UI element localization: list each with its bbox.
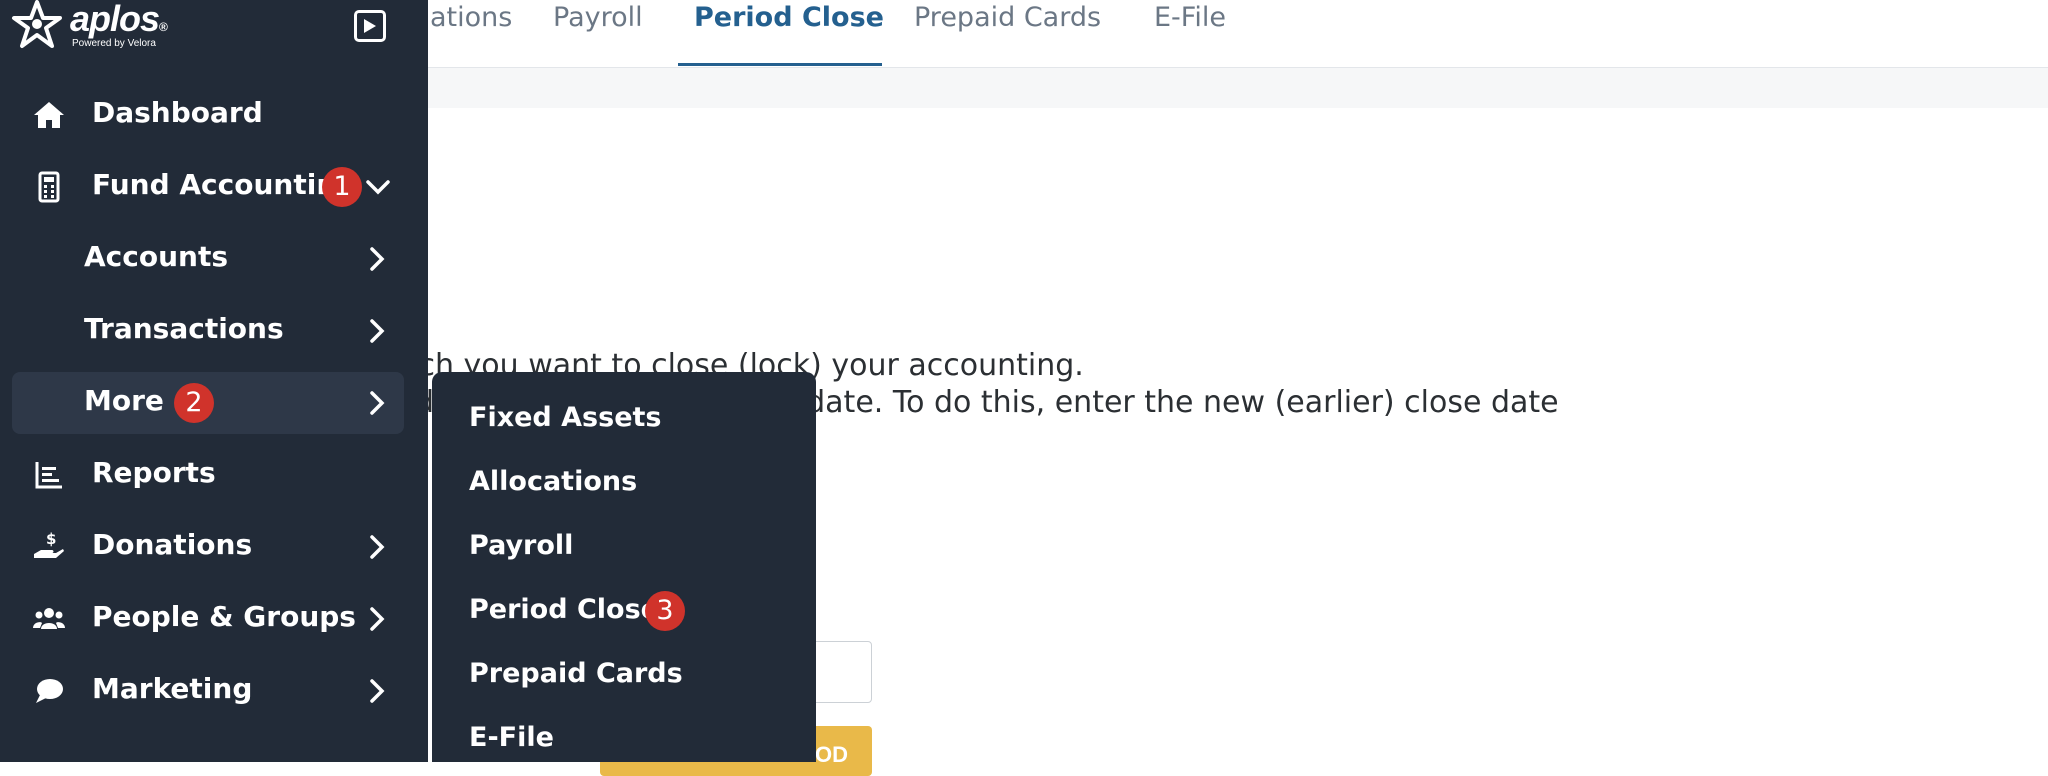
tab-payroll[interactable]: Payroll bbox=[553, 0, 643, 67]
flyout-item-e-file[interactable]: E-File bbox=[469, 722, 554, 753]
sidebar-item-reports[interactable]: Reports bbox=[12, 444, 404, 506]
sidebar-item-label: Dashboard bbox=[92, 96, 263, 129]
sidebar-item-label: Accounts bbox=[84, 240, 229, 273]
sidebar-item-accounts[interactable]: Accounts bbox=[12, 228, 404, 290]
home-icon bbox=[34, 102, 64, 128]
active-tab-indicator bbox=[678, 63, 882, 66]
sidebar-item-transactions[interactable]: Transactions bbox=[12, 300, 404, 362]
collapse-sidebar-button[interactable] bbox=[354, 10, 386, 42]
tab-allocations[interactable]: ations bbox=[430, 0, 512, 67]
logo-wordmark: aplos® bbox=[70, 0, 168, 39]
sidebar: aplos® Powered by Velora Dashboard Fund … bbox=[0, 0, 428, 762]
chevron-right-icon bbox=[370, 535, 385, 559]
chart-icon bbox=[35, 462, 62, 489]
flyout-item-period-close[interactable]: Period Close bbox=[469, 594, 659, 625]
flyout-item-prepaid-cards[interactable]: Prepaid Cards bbox=[469, 658, 683, 689]
flyout-item-allocations[interactable]: Allocations bbox=[469, 466, 637, 497]
more-flyout-menu: Fixed Assets Allocations Payroll Period … bbox=[432, 372, 816, 762]
sidebar-item-label: More bbox=[84, 384, 164, 417]
sidebar-item-label: Donations bbox=[92, 528, 253, 561]
sidebar-item-donations[interactable]: $ Donations bbox=[12, 516, 404, 578]
tab-period-close[interactable]: Period Close bbox=[694, 0, 884, 67]
sidebar-item-label: Fund Accounting bbox=[92, 168, 357, 201]
flyout-item-payroll[interactable]: Payroll bbox=[469, 530, 573, 561]
step-badge: 2 bbox=[174, 383, 214, 423]
sidebar-item-people-groups[interactable]: People & Groups bbox=[12, 588, 404, 650]
tab-e-file[interactable]: E-File bbox=[1154, 0, 1226, 67]
chevron-right-icon bbox=[370, 247, 385, 271]
sidebar-item-more[interactable]: More 2 bbox=[12, 372, 404, 434]
aplos-star-icon bbox=[12, 0, 62, 48]
play-right-icon bbox=[364, 19, 376, 33]
sidebar-item-label: Reports bbox=[92, 456, 216, 489]
tab-prepaid-cards[interactable]: Prepaid Cards bbox=[914, 0, 1101, 67]
sidebar-item-label: People & Groups bbox=[92, 600, 356, 633]
people-icon bbox=[33, 608, 65, 629]
step-badge: 1 bbox=[322, 167, 362, 207]
aplos-logo[interactable]: aplos® Powered by Velora bbox=[10, 0, 168, 54]
calculator-icon bbox=[38, 171, 60, 203]
sidebar-item-fund-accounting[interactable]: Fund Accounting 1 bbox=[12, 156, 404, 218]
sidebar-item-label: Marketing bbox=[92, 672, 253, 705]
chat-bubble-icon bbox=[36, 679, 63, 703]
chevron-right-icon bbox=[370, 607, 385, 631]
chevron-right-icon bbox=[370, 679, 385, 703]
sidebar-item-marketing[interactable]: Marketing bbox=[12, 660, 404, 722]
step-badge: 3 bbox=[645, 591, 685, 631]
chevron-right-icon bbox=[370, 319, 385, 343]
chevron-right-icon bbox=[370, 391, 385, 415]
powered-by-text: Powered by Velora bbox=[72, 38, 156, 49]
flyout-item-fixed-assets[interactable]: Fixed Assets bbox=[469, 402, 661, 433]
sidebar-item-label: Transactions bbox=[84, 312, 284, 345]
hand-dollar-icon: $ bbox=[34, 530, 64, 558]
chevron-down-icon bbox=[366, 180, 390, 195]
svg-text:$: $ bbox=[46, 530, 56, 548]
sidebar-item-dashboard[interactable]: Dashboard bbox=[12, 84, 404, 146]
